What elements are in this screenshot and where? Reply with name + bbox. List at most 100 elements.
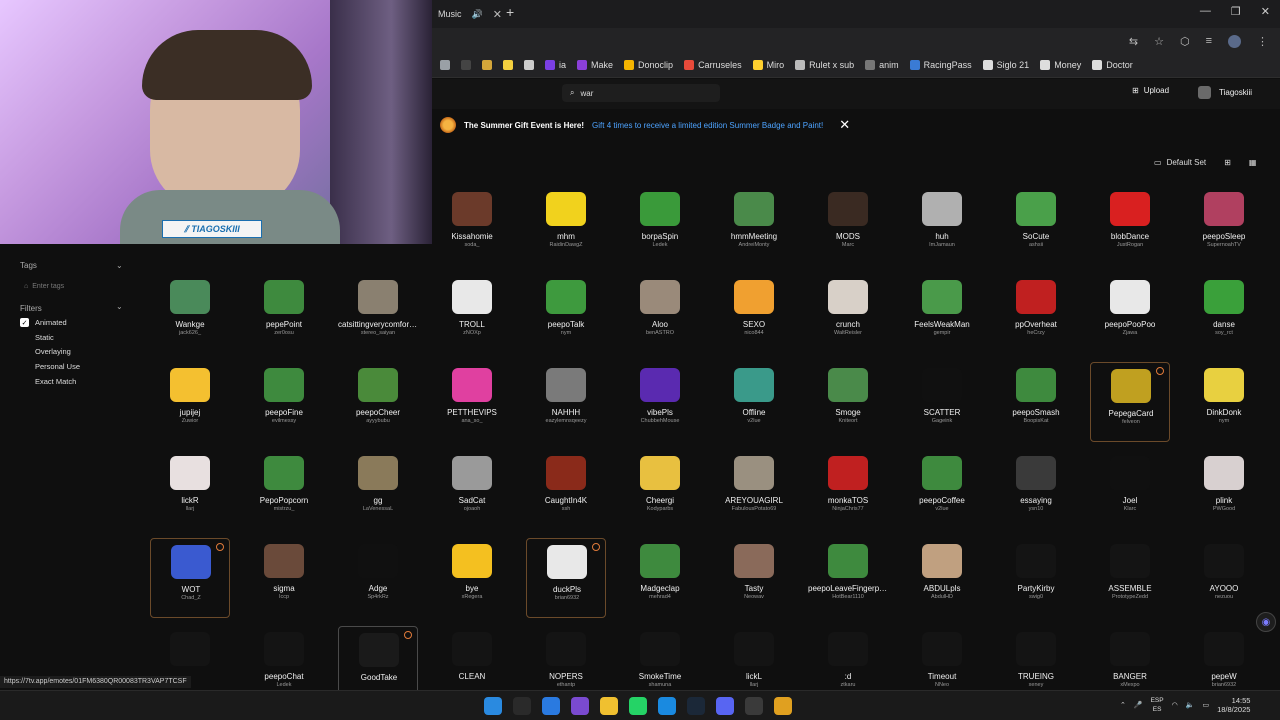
tags-input[interactable]: ⌂ Enter tags — [24, 280, 128, 293]
emote-card[interactable]: huh ImJamaun — [902, 186, 982, 266]
emote-card[interactable]: plink PWGood — [1184, 450, 1264, 530]
filter-exact-match[interactable]: Exact Match — [20, 377, 76, 386]
bookmark-item[interactable]: RacingPass — [909, 60, 972, 70]
checkbox[interactable] — [20, 333, 29, 342]
steam-icon[interactable] — [687, 697, 705, 715]
bookmark-item[interactable]: Doctor — [1092, 60, 1133, 70]
bookmark-item[interactable] — [482, 60, 492, 70]
emote-card[interactable]: FeelsWeakMan gempir — [902, 274, 982, 354]
emote-card[interactable]: Cheergi Kodyparbs — [620, 450, 700, 530]
emote-card[interactable]: peepoFine evilmessy — [244, 362, 324, 442]
dragon-icon[interactable] — [571, 697, 589, 715]
bookmark-item[interactable] — [503, 60, 513, 70]
browser-tab[interactable]: Music 🔊 ✕ — [432, 4, 508, 24]
discord-icon[interactable] — [716, 697, 734, 715]
emote-card[interactable]: SEXO nico844 — [714, 274, 794, 354]
emote-card[interactable]: peepoCheer ayyybubu — [338, 362, 418, 442]
minimize-icon[interactable]: — — [1200, 5, 1211, 18]
emote-card[interactable]: Smoge Kniteort — [808, 362, 888, 442]
emote-card[interactable]: crunch WaltReisler — [808, 274, 888, 354]
emote-card[interactable]: WOT Chad_Z — [150, 538, 230, 618]
bookmark-item[interactable]: Money — [1040, 60, 1081, 70]
emote-card[interactable]: AREYOUAGIRL FabulousPotato69 — [714, 450, 794, 530]
bookmark-item[interactable]: Make — [577, 60, 613, 70]
emote-card[interactable]: hmmMeeting AndreiMonty — [714, 186, 794, 266]
emote-card[interactable]: duckPls brian6932 — [526, 538, 606, 618]
bookmark-item[interactable]: Miro — [752, 60, 784, 70]
close-tab-icon[interactable]: ✕ — [493, 8, 502, 21]
search-icon[interactable] — [513, 697, 531, 715]
emote-card[interactable]: peepoPooPoo Zjawa — [1090, 274, 1170, 354]
emote-card[interactable]: Tasty Neowav — [714, 538, 794, 618]
emote-card[interactable]: jupijej Zuwior — [150, 362, 230, 442]
filter-personal-use[interactable]: Personal Use — [20, 362, 80, 371]
chevron-up-icon[interactable]: ⌃ — [1120, 701, 1126, 709]
emote-card[interactable]: peepoCoffee v2lue — [902, 450, 982, 530]
emote-card[interactable]: blobDance JustRogan — [1090, 186, 1170, 266]
emote-card[interactable]: SCATTER Gageink — [902, 362, 982, 442]
bookmark-item[interactable]: Rulet x sub — [795, 60, 854, 70]
emote-card[interactable]: PepoPopcorn mistrzu_ — [244, 450, 324, 530]
emote-card[interactable]: gg LaVenessaL — [338, 450, 418, 530]
emote-card[interactable]: MODS Marc — [808, 186, 888, 266]
chevron-down-icon[interactable]: ⌄ — [116, 302, 123, 311]
emote-card[interactable]: borpaSpin Ledek — [620, 186, 700, 266]
default-set-button[interactable]: ▭ Default Set — [1154, 158, 1206, 167]
emote-card[interactable]: Wankge jack626_ — [150, 274, 230, 354]
emote-card[interactable]: pepePoint zer0osu — [244, 274, 324, 354]
filter-animated[interactable]: ✓ Animated — [20, 318, 67, 327]
bookmark-item[interactable] — [524, 60, 534, 70]
emote-card[interactable]: CaughtIn4K ssh — [526, 450, 606, 530]
emote-card[interactable]: SadCat ojoaoh — [432, 450, 512, 530]
emote-card[interactable]: Madgeclap mehrad4 — [620, 538, 700, 618]
edge-icon[interactable] — [658, 697, 676, 715]
checkbox[interactable] — [20, 362, 29, 371]
filter-static[interactable]: Static — [20, 333, 54, 342]
volume-icon[interactable]: 🔈 — [1186, 701, 1195, 709]
emote-card[interactable]: NAHHH eazylemnsqeezy — [526, 362, 606, 442]
emote-card[interactable]: lickR llarj — [150, 450, 230, 530]
bookmark-item[interactable]: Carruseles — [684, 60, 742, 70]
emote-card[interactable]: peepoLeaveFingerprints HotBear1110 — [808, 538, 888, 618]
close-window-icon[interactable]: ✕ — [1261, 5, 1270, 18]
emote-card[interactable]: PETTHEVIPS ana_so_ — [432, 362, 512, 442]
profile-avatar[interactable] — [1228, 35, 1241, 48]
windows-start-icon[interactable] — [484, 697, 502, 715]
menu-icon[interactable]: ⋮ — [1257, 35, 1268, 48]
whatsapp-icon[interactable] — [629, 697, 647, 715]
emote-card[interactable]: AYOOO nezuou — [1184, 538, 1264, 618]
microphone-icon[interactable]: 🎤 — [1134, 701, 1143, 709]
emote-card[interactable]: Joel Klarc — [1090, 450, 1170, 530]
checkbox[interactable]: ✓ — [20, 318, 29, 327]
tab-search-icon[interactable]: ≡ — [1206, 35, 1212, 48]
emote-card[interactable]: mhm RaidinDawgZ — [526, 186, 606, 266]
notes-icon[interactable] — [542, 697, 560, 715]
star-icon[interactable]: ☆ — [1154, 35, 1164, 48]
emote-card[interactable]: bye xRegera — [432, 538, 512, 618]
emote-card[interactable]: sigma Iccp — [244, 538, 324, 618]
emote-card[interactable]: vibePls ChubbehMouse — [620, 362, 700, 442]
chevron-down-icon[interactable]: ⌄ — [116, 261, 123, 270]
clock[interactable]: 14:55 18/8/2025 — [1217, 696, 1250, 714]
grid-small-icon[interactable]: ▦ — [1249, 158, 1257, 167]
banner-link[interactable]: Gift 4 times to receive a limited editio… — [592, 121, 823, 130]
restore-icon[interactable]: ❐ — [1231, 5, 1241, 18]
emote-card[interactable]: Aloo benASTRO — [620, 274, 700, 354]
bookmark-item[interactable]: ia — [545, 60, 566, 70]
emote-card[interactable]: Offline v2lue — [714, 362, 794, 442]
language-indicator[interactable]: ESP ES — [1151, 696, 1164, 714]
emote-card[interactable]: ASSEMBLE PrototypeZedd — [1090, 538, 1170, 618]
emote-card[interactable]: catsittingverycomfortable stereo_saiyan — [338, 274, 418, 354]
emote-card[interactable]: PepegaCard felveon — [1090, 362, 1170, 442]
close-banner-icon[interactable]: ✕ — [839, 117, 850, 133]
grid-large-icon[interactable]: ⊞ — [1224, 158, 1231, 167]
checkbox[interactable] — [20, 347, 29, 356]
emote-card[interactable]: DinkDonk nym — [1184, 362, 1264, 442]
wifi-icon[interactable]: ◠ — [1172, 701, 1178, 709]
emote-card[interactable]: Kissahomie soda_ — [432, 186, 512, 266]
battery-icon[interactable]: ▭ — [1202, 701, 1209, 709]
emote-card[interactable]: peepoSmash BoopisKat — [996, 362, 1076, 442]
floating-7tv-icon[interactable]: ◉ — [1256, 612, 1276, 632]
emote-card[interactable]: ppOverheat heCrzy — [996, 274, 1076, 354]
extensions-icon[interactable]: ⬡ — [1180, 35, 1190, 48]
